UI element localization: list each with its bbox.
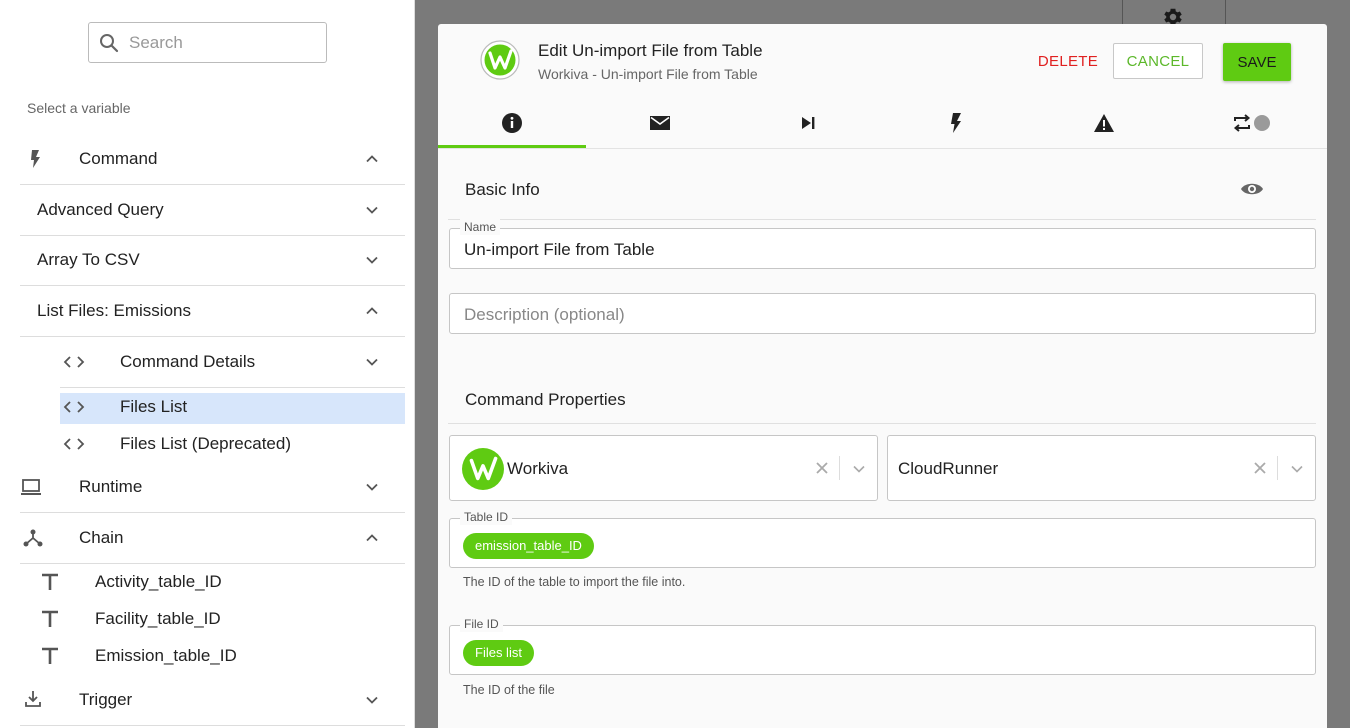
runner-value: CloudRunner (898, 459, 999, 478)
file-id-label: File ID (460, 616, 503, 632)
workiva-logo-icon (480, 40, 520, 80)
lightning-icon (31, 150, 40, 168)
group-trigger-label: Trigger (79, 690, 133, 709)
chain-icon (23, 529, 43, 547)
description-placeholder: Description (optional) (464, 305, 625, 324)
divider (60, 387, 405, 388)
group-array-to-csv-label: Array To CSV (37, 250, 140, 269)
group-advanced-query-label: Advanced Query (37, 200, 164, 219)
divider (20, 725, 405, 726)
chevron-up-icon[interactable] (365, 304, 379, 318)
divider (20, 235, 405, 236)
tab-errors[interactable] (1030, 100, 1178, 148)
table-id-chip[interactable]: emission_table_ID (463, 533, 594, 559)
workiva-logo-icon (462, 448, 504, 490)
name-field-label: Name (460, 219, 501, 235)
divider (20, 512, 405, 513)
table-id-label: Table ID (460, 509, 513, 525)
warning-icon (1094, 114, 1114, 132)
save-button[interactable]: SAVE (1223, 43, 1291, 81)
info-icon (502, 113, 522, 133)
selected-row-highlight (60, 393, 405, 424)
text-icon (42, 610, 58, 627)
chevron-down-icon[interactable] (365, 253, 379, 267)
variable-emission-table-id-label: Emission_table_ID (95, 646, 237, 665)
variable-files-list-deprecated-label: Files List (Deprecated) (120, 434, 292, 453)
chevron-up-icon[interactable] (365, 152, 379, 166)
variable-activity-table-id-label: Activity_table_ID (95, 572, 222, 591)
tab-notifications[interactable] (586, 100, 734, 148)
code-icon (63, 438, 85, 450)
select-separator (1277, 456, 1278, 480)
table-id-helper: The ID of the table to import the file i… (463, 575, 686, 589)
variable-panel: Select a variable Command Advanced Query… (0, 0, 415, 728)
table-id-field[interactable]: Table ID emission_table_ID (449, 509, 1316, 568)
group-command-label: Command (79, 149, 158, 168)
cancel-button[interactable]: CANCEL (1113, 43, 1203, 79)
file-id-chip[interactable]: Files list (463, 640, 534, 666)
description-field[interactable]: Description (optional) (449, 293, 1316, 334)
divider (20, 285, 405, 286)
clear-icon[interactable] (815, 461, 829, 475)
text-icon (42, 573, 58, 590)
dialog-tabs (438, 100, 1327, 148)
file-id-field[interactable]: File ID Files list (449, 616, 1316, 675)
dialog-subtitle: Workiva - Un-import File from Table (538, 66, 758, 82)
section-divider (448, 219, 1316, 220)
chevron-up-icon[interactable] (365, 531, 379, 545)
search-input[interactable] (129, 31, 314, 55)
chevron-down-icon[interactable] (852, 462, 866, 476)
search-icon (100, 34, 119, 53)
section-divider (448, 423, 1316, 424)
select-variable-label: Select a variable (27, 100, 131, 116)
chevron-down-icon[interactable] (365, 693, 379, 707)
delete-button[interactable]: DELETE (1016, 43, 1120, 79)
runner-select[interactable]: CloudRunner (887, 435, 1316, 501)
tab-next[interactable] (734, 100, 882, 148)
tab-repeat[interactable] (1178, 100, 1326, 148)
tab-info[interactable] (438, 100, 586, 148)
group-list-files-label: List Files: Emissions (37, 301, 191, 320)
connector-select[interactable]: Workiva (449, 435, 878, 501)
laptop-icon (21, 479, 41, 495)
mail-icon (650, 116, 670, 130)
group-chain-label: Chain (79, 528, 124, 547)
command-properties-title: Command Properties (465, 390, 626, 409)
trigger-icon (25, 691, 41, 707)
text-icon (42, 647, 58, 664)
name-field-value: Un-import File from Table (464, 240, 655, 259)
divider (20, 184, 405, 185)
code-icon (63, 356, 85, 368)
group-command-details-label: Command Details (120, 352, 256, 371)
chevron-down-icon[interactable] (365, 355, 379, 369)
variable-files-list-label: Files List (120, 397, 188, 416)
clear-icon[interactable] (1253, 461, 1267, 475)
repeat-icon (1233, 114, 1270, 132)
chevron-down-icon[interactable] (365, 203, 379, 217)
file-id-helper: The ID of the file (463, 683, 555, 697)
skip-next-icon (802, 117, 815, 129)
select-separator (839, 456, 840, 480)
tab-events[interactable] (882, 100, 1030, 148)
divider (20, 336, 405, 337)
basic-info-title: Basic Info (465, 180, 540, 199)
name-field[interactable]: Name Un-import File from Table (449, 219, 1316, 269)
dialog-title: Edit Un-import File from Table (538, 41, 763, 60)
eye-icon[interactable] (1240, 180, 1264, 198)
chevron-down-icon[interactable] (365, 480, 379, 494)
variable-facility-table-id-label: Facility_table_ID (95, 609, 221, 628)
tabs-divider (438, 148, 1327, 149)
search-box[interactable] (88, 22, 327, 63)
group-runtime-label: Runtime (79, 477, 143, 496)
connector-value: Workiva (507, 459, 569, 478)
code-icon (63, 401, 85, 413)
divider (20, 563, 405, 564)
chevron-down-icon[interactable] (1290, 462, 1304, 476)
edit-step-dialog: Edit Un-import File from Table Workiva -… (438, 24, 1327, 728)
lightning-icon (951, 113, 961, 133)
